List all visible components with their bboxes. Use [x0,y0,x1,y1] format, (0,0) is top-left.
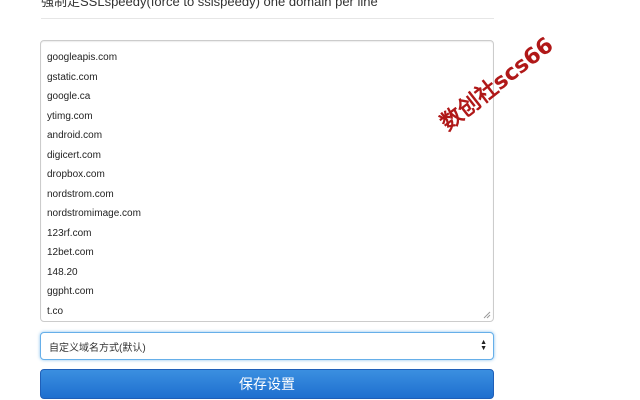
save-settings-button[interactable]: 保存设置 [40,369,494,399]
domain-list: googleapis.com gstatic.com google.ca ytimg.… [41,41,493,321]
resize-grip-icon[interactable] [483,311,491,319]
domain-line: android.com [47,130,103,141]
domain-mode-select[interactable]: 自定义域名方式(默认) ▲ ▼ [40,332,494,360]
domain-line: t.co [47,305,64,317]
domain-line: dropbox.com [47,169,105,180]
domain-line: nordstromimage.com [47,208,141,219]
domain-line: gstatic.com [47,71,98,83]
domain-line: digicert.com [47,149,101,161]
settings-page: 强制走SSLspeedy(force to sslspeedy) one dom… [0,0,640,400]
domain-line: 123rf.com [47,227,92,239]
section-divider [41,18,494,19]
up-down-chevron-icon: ▲ ▼ [480,339,487,352]
domain-list-label: 强制走SSLspeedy(force to sslspeedy) one dom… [41,0,378,9]
domain-line: 12bet.com [47,247,94,258]
domain-line: google.ca [47,91,91,102]
domain-line: ytimg.com [47,110,93,122]
domain-line: googleapis.com [47,52,118,63]
domain-line: 148.20 [47,266,78,278]
domain-line: nordstrom.com [47,188,114,200]
domain-textarea[interactable]: googleapis.com gstatic.com google.ca ytimg.… [40,40,494,322]
domain-line: ggpht.com [47,286,94,297]
domain-mode-selected-value: 自定义域名方式(默认) [49,342,146,354]
